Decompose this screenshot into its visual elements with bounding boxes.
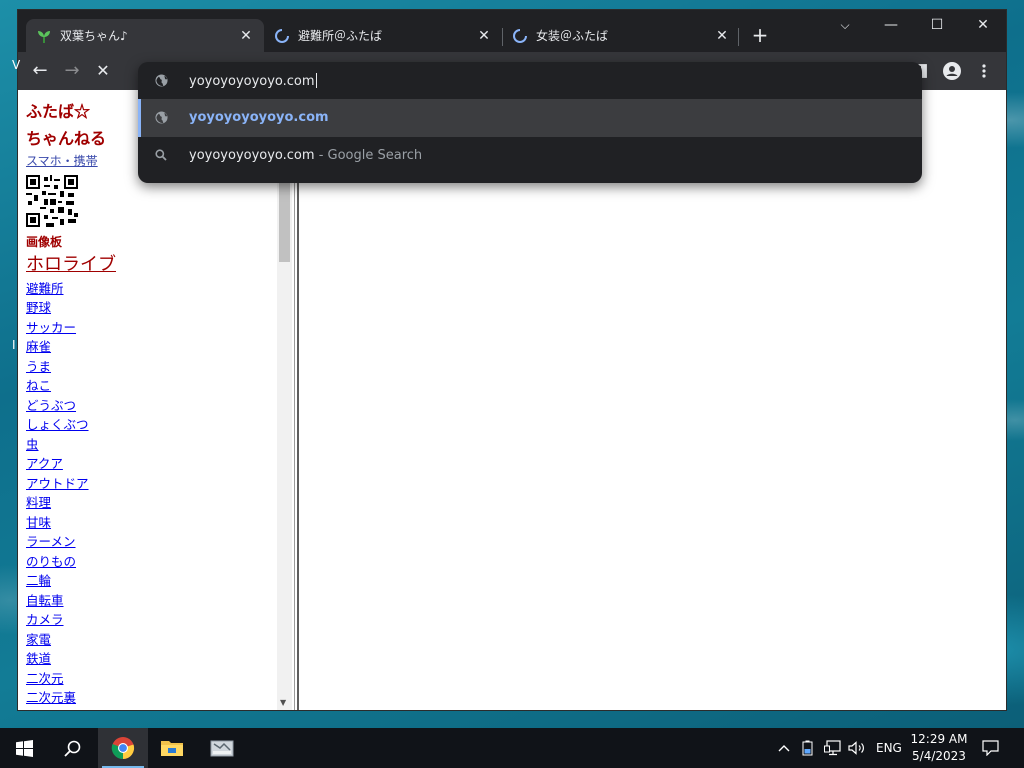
board-link[interactable]: 鉄道 bbox=[26, 649, 294, 669]
text-cursor bbox=[315, 73, 317, 88]
sprout-icon bbox=[36, 28, 52, 44]
language-indicator[interactable]: ENG bbox=[876, 728, 902, 768]
loading-spinner-icon bbox=[274, 28, 290, 44]
tab-title: 避難所＠ふたば bbox=[298, 29, 383, 43]
board-link[interactable]: 麻雀 bbox=[26, 337, 294, 357]
address-bar-input[interactable]: yoyoyoyoyoyo.com bbox=[189, 74, 315, 89]
board-link[interactable]: ねこ bbox=[26, 376, 294, 396]
board-link-hololive[interactable]: ホロライブ bbox=[26, 251, 294, 279]
globe-icon bbox=[155, 74, 168, 91]
board-link[interactable]: カメラ bbox=[26, 610, 294, 630]
close-window-button[interactable]: ✕ bbox=[960, 10, 1006, 40]
board-link[interactable]: サッカー bbox=[26, 318, 294, 338]
desktop-icon-partial[interactable]: V bbox=[12, 58, 30, 72]
board-link[interactable]: 二輪 bbox=[26, 571, 294, 591]
network-icon[interactable] bbox=[824, 728, 846, 768]
board-link[interactable]: 自転車 bbox=[26, 591, 294, 611]
browser-window: 双葉ちゃん♪ ✕ 避難所＠ふたば ✕ 女装＠ふたば ✕ + ⌵ — ☐ ✕ ← … bbox=[18, 10, 1006, 710]
board-link[interactable]: 野球 bbox=[26, 298, 294, 318]
nav-frame: ふたば☆ ちゃんねる スマホ・携帯 画像板 ホロライブ 避難所 野球 サッカー … bbox=[18, 90, 294, 710]
suggestion-text: yoyoyoyoyoyo.com bbox=[189, 110, 329, 125]
tab-close-icon[interactable]: ✕ bbox=[714, 28, 730, 44]
taskbar-search-icon[interactable] bbox=[48, 728, 96, 768]
board-link[interactable]: 甘味 bbox=[26, 513, 294, 533]
suggestion-text: yoyoyoyoyoyo.com bbox=[189, 148, 315, 163]
omnibox-dropdown: yoyoyoyoyoyo.com yoyoyoyoyoyo.com yoyoyo… bbox=[138, 62, 922, 183]
scrollbar-thumb[interactable] bbox=[279, 170, 290, 262]
menu-kebab-icon[interactable] bbox=[972, 59, 996, 83]
frame-divider[interactable] bbox=[294, 90, 299, 710]
suggestion-suffix: - Google Search bbox=[314, 148, 423, 163]
new-tab-button[interactable]: + bbox=[749, 24, 771, 46]
suggestion-search[interactable]: yoyoyoyoyoyo.com - Google Search bbox=[138, 137, 922, 175]
board-link[interactable]: 二次元裏 bbox=[26, 688, 294, 708]
scroll-down-arrow-icon[interactable]: ▼ bbox=[280, 698, 286, 707]
profile-icon[interactable] bbox=[940, 59, 964, 83]
tab-close-icon[interactable]: ✕ bbox=[476, 28, 492, 44]
address-bar[interactable]: yoyoyoyoyoyo.com bbox=[138, 62, 922, 99]
tab-title: 双葉ちゃん♪ bbox=[60, 29, 128, 43]
board-link[interactable]: うま bbox=[26, 357, 294, 377]
search-icon bbox=[155, 149, 167, 165]
board-link[interactable]: 家電 bbox=[26, 630, 294, 650]
tab-title: 女装＠ふたば bbox=[536, 29, 609, 43]
maximize-button[interactable]: ☐ bbox=[914, 10, 960, 40]
tab-futaba-home[interactable]: 双葉ちゃん♪ ✕ bbox=[26, 19, 264, 52]
taskbar-chrome-icon[interactable] bbox=[98, 728, 148, 768]
tab-close-icon[interactable]: ✕ bbox=[238, 28, 254, 44]
battery-icon[interactable] bbox=[802, 728, 820, 768]
taskbar: ENG 12:29 AM 5/4/2023 bbox=[0, 728, 1024, 768]
show-hidden-icons-chevron-icon[interactable] bbox=[778, 728, 796, 768]
board-link[interactable]: アクア bbox=[26, 454, 294, 474]
board-link-list: 避難所 野球 サッカー 麻雀 うま ねこ どうぶつ しょくぶつ虫アクア アウトドア 料理 甘味 ラーメ… bbox=[26, 279, 294, 708]
title-bar: 双葉ちゃん♪ ✕ 避難所＠ふたば ✕ 女装＠ふたば ✕ + ⌵ — ☐ ✕ bbox=[18, 10, 1006, 52]
clock-date: 5/4/2023 bbox=[912, 749, 966, 763]
forward-button[interactable]: → bbox=[60, 59, 84, 83]
notifications-icon[interactable] bbox=[982, 728, 1004, 768]
page-content: ふたば☆ ちゃんねる スマホ・携帯 画像板 ホロライブ 避難所 野球 サッカー … bbox=[18, 90, 1006, 710]
desktop-icon-partial[interactable]: I bbox=[12, 338, 30, 352]
globe-icon bbox=[155, 111, 168, 128]
board-link[interactable]: 避難所 bbox=[26, 279, 294, 299]
board-link[interactable]: ラーメン bbox=[26, 532, 294, 552]
loading-spinner-icon bbox=[512, 28, 528, 44]
start-button[interactable] bbox=[0, 728, 48, 768]
windows-logo-icon bbox=[15, 739, 33, 757]
section-title-image-boards: 画像板 bbox=[26, 234, 63, 249]
back-button[interactable]: ← bbox=[28, 59, 52, 83]
volume-icon[interactable] bbox=[848, 728, 870, 768]
suggestion-url[interactable]: yoyoyoyoyoyo.com bbox=[138, 99, 922, 137]
clock[interactable]: 12:29 AM 5/4/2023 bbox=[904, 731, 974, 765]
board-link[interactable]: アウトドア bbox=[26, 474, 294, 494]
board-link[interactable]: 二次元 bbox=[26, 669, 294, 689]
tab-separator bbox=[738, 28, 739, 46]
board-link[interactable]: どうぶつ bbox=[26, 396, 294, 416]
board-link[interactable]: のりもの bbox=[26, 552, 294, 572]
tab-josou[interactable]: 女装＠ふたば ✕ bbox=[502, 19, 740, 52]
taskbar-app-icon[interactable] bbox=[198, 728, 246, 768]
taskbar-file-explorer-icon[interactable] bbox=[148, 728, 196, 768]
qr-code-image bbox=[26, 174, 78, 227]
board-link[interactable]: 虫 bbox=[26, 435, 294, 455]
minimize-button[interactable]: — bbox=[868, 10, 914, 40]
tab-hinanjo[interactable]: 避難所＠ふたば ✕ bbox=[264, 19, 502, 52]
tab-search-button[interactable]: ⌵ bbox=[822, 10, 868, 40]
clock-time: 12:29 AM bbox=[910, 732, 968, 746]
stop-loading-button[interactable]: ✕ bbox=[91, 59, 115, 83]
board-link[interactable]: 料理 bbox=[26, 493, 294, 513]
board-link[interactable]: しょくぶつ bbox=[26, 415, 294, 435]
